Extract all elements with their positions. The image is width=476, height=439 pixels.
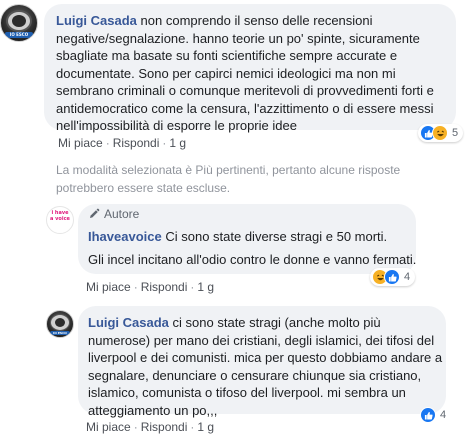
separator: · <box>190 420 195 434</box>
reaction-count: 4 <box>440 409 447 421</box>
reply-link[interactable]: Rispondi <box>141 420 188 434</box>
filter-notice: La modalità selezionata è Più pertinenti… <box>56 163 401 195</box>
comment-author[interactable]: Luigi Casada <box>56 13 137 28</box>
avatar-tag-text: IO ESCO <box>53 331 67 335</box>
comment-actions: Mi piace · Rispondi · 1 g <box>86 280 214 294</box>
comment-body-line2: Gli incel incitano all'odio contro le do… <box>88 252 417 267</box>
comment-text: Ihaveavoice Ci sono state diverse stragi… <box>88 228 413 246</box>
avatar-logo: i have a voice <box>50 210 70 222</box>
comment-actions: Mi piace · Rispondi · 1 g <box>86 420 214 434</box>
timestamp[interactable]: 1 g <box>197 280 214 294</box>
like-link[interactable]: Mi piace <box>58 136 103 150</box>
comment-author[interactable]: Luigi Casada <box>88 315 169 330</box>
comment-body: non comprendo il senso delle recensioni … <box>56 13 434 133</box>
avatar[interactable]: IO ESCO <box>46 310 74 338</box>
like-link[interactable]: Mi piace <box>86 280 131 294</box>
comment-actions: Mi piace · Rispondi · 1 g <box>58 136 186 150</box>
pencil-icon <box>90 208 100 218</box>
comment-bubble: Luigi Casada non comprendo il senso dell… <box>44 4 456 133</box>
like-reaction-icon <box>384 269 400 285</box>
avatar[interactable]: IO ESCO <box>0 4 38 42</box>
like-link[interactable]: Mi piace <box>86 420 131 434</box>
separator: · <box>162 136 167 150</box>
reply-link[interactable]: Rispondi <box>113 136 160 150</box>
avatar-tag-text: IO ESCO <box>9 32 29 37</box>
timestamp[interactable]: 1 g <box>197 420 214 434</box>
reactions-summary[interactable]: 5 <box>418 124 464 142</box>
separator: · <box>133 280 138 294</box>
author-badge: Autore <box>88 207 139 221</box>
comment-body: Ci sono state diverse stragi e 50 morti. <box>165 229 388 244</box>
separator: · <box>190 280 195 294</box>
separator: · <box>105 136 110 150</box>
reaction-count: 4 <box>404 271 411 283</box>
haha-reaction-icon <box>432 125 448 141</box>
timestamp[interactable]: 1 g <box>169 136 186 150</box>
comment-bubble: Luigi Casada ci sono state stragi (anche… <box>78 306 446 418</box>
avatar[interactable]: i have a voice <box>46 206 74 234</box>
reactions-summary[interactable]: 4 <box>420 407 449 423</box>
comment-body: ci sono state stragi (anche molto più nu… <box>88 315 443 418</box>
reactions-summary[interactable]: 4 <box>370 268 416 286</box>
comment-bubble: Autore Ihaveavoice Ci sono state diverse… <box>78 204 416 274</box>
comment-text: Luigi Casada ci sono state stragi (anche… <box>88 314 444 419</box>
separator: · <box>133 420 138 434</box>
comment-text: Luigi Casada non comprendo il senso dell… <box>56 12 450 135</box>
comment-author[interactable]: Ihaveavoice <box>88 229 162 244</box>
author-badge-label: Autore <box>104 207 140 221</box>
reaction-count: 5 <box>452 127 459 139</box>
reply-link[interactable]: Rispondi <box>141 280 188 294</box>
like-reaction-icon <box>420 407 436 423</box>
